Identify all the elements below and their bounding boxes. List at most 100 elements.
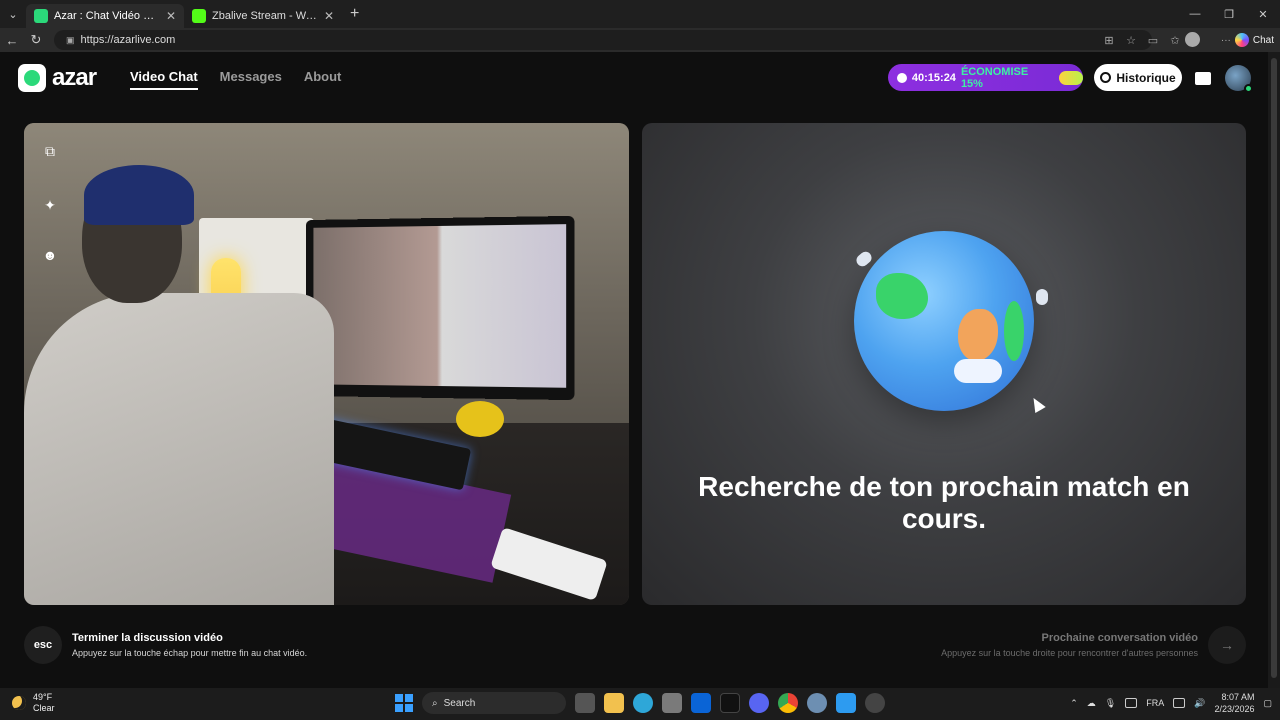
restore-icon[interactable]: ❐ [1212, 0, 1246, 28]
kick-favicon-icon [192, 9, 206, 23]
taskbar-clock[interactable]: 8:07 AM 2/23/2026 [1214, 691, 1254, 715]
copilot-icon [1235, 33, 1249, 47]
page-scrollbar[interactable] [1268, 52, 1280, 688]
taskbar-search[interactable]: ⌕ Search [422, 692, 566, 714]
show-hidden-icons-chevron-icon[interactable]: ⌃ [1070, 698, 1078, 709]
task-view-icon[interactable] [575, 693, 595, 713]
chat-label: Chat [1253, 35, 1274, 46]
magic-effects-icon[interactable]: ✦ [38, 193, 62, 217]
self-video-panel: ⧉ ✦ ☻ [24, 123, 629, 605]
tiktok-icon[interactable] [720, 693, 740, 713]
onedrive-icon[interactable]: ☁ [1087, 698, 1096, 709]
keyboard-icon[interactable] [1125, 698, 1137, 708]
outlook-icon[interactable] [691, 693, 711, 713]
chrome-icon[interactable] [778, 693, 798, 713]
nav-messages[interactable]: Messages [220, 69, 282, 90]
match-video-panel: Recherche de ton prochain match en cours… [642, 123, 1246, 605]
gems-icon [1059, 71, 1083, 85]
orbit-cloud-icon [1036, 289, 1048, 305]
browser-profile-avatar[interactable] [1185, 32, 1200, 47]
search-placeholder: Search [444, 698, 476, 709]
azar-favicon-icon [34, 9, 48, 23]
copilot-chat-button[interactable]: ··· Chat [1221, 31, 1274, 49]
tab-title: Zbalive Stream - Watch Live on Ki [212, 10, 318, 22]
tab-title: Azar : Chat Vidéo avec de no [54, 10, 160, 22]
edge-icon[interactable] [633, 693, 653, 713]
close-window-icon[interactable]: ✕ [1246, 0, 1280, 28]
video-icon[interactable]: ▭ [1144, 34, 1162, 47]
url-tools: ⊞ ☆ ▭ ✩ [1100, 34, 1184, 47]
clock-icon [897, 73, 907, 83]
next-chat-title: Prochaine conversation vidéo [1042, 632, 1199, 644]
inbox-icon[interactable] [1192, 67, 1214, 89]
browser-tab-bar: ⌄ Azar : Chat Vidéo avec de no ✕ Zbalive… [0, 0, 1280, 28]
windows-taskbar: 49°F Clear ⌕ Search ⌃ ☁ 🎙 FRA 🔊 8:07 AM … [0, 688, 1280, 720]
file-explorer-icon[interactable] [604, 693, 624, 713]
favorite-star-icon[interactable]: ☆ [1122, 34, 1140, 47]
history-label: Historique [1116, 71, 1175, 85]
network-icon[interactable] [1173, 698, 1185, 708]
notifications-icon[interactable]: ▢ [1263, 698, 1272, 709]
new-tab-button[interactable]: + [342, 5, 367, 23]
azar-logo-icon [18, 64, 46, 92]
windows-start-icon[interactable] [395, 694, 413, 712]
site-info-icon[interactable]: ▣ [66, 35, 75, 46]
url-field[interactable]: ▣ https://azarlive.com [54, 30, 1152, 50]
end-chat-title: Terminer la discussion vidéo [72, 632, 223, 644]
clock-date: 2/23/2026 [1214, 703, 1254, 715]
azar-logo[interactable]: azar [18, 64, 96, 92]
discount-label: ÉCONOMISE 15% [961, 66, 1052, 90]
globe-icon [854, 231, 1034, 411]
more-menu-icon[interactable]: ··· [1221, 35, 1231, 46]
app-notify-icon[interactable] [865, 693, 885, 713]
language-indicator[interactable]: FRA [1146, 698, 1164, 708]
volume-icon[interactable]: 🔊 [1194, 698, 1205, 709]
main-nav: Video Chat Messages About [130, 69, 341, 90]
moon-icon [12, 696, 26, 710]
tab-actions-chevron-icon[interactable]: ⌄ [0, 0, 26, 28]
face-filter-icon[interactable]: ☻ [38, 243, 62, 267]
back-arrow-icon[interactable]: ← [0, 28, 24, 52]
close-tab-icon[interactable]: ✕ [166, 9, 176, 23]
end-chat-esc-button[interactable]: esc [24, 626, 62, 664]
azar-page: azar Video Chat Messages About 40:15:24 … [0, 52, 1268, 688]
end-chat-hint: Appuyez sur la touche échap pour mettre … [72, 648, 307, 658]
clock-time: 8:07 AM [1214, 691, 1254, 703]
app-f-icon[interactable] [836, 693, 856, 713]
url-text: https://azarlive.com [81, 34, 176, 46]
user-avatar[interactable] [1225, 65, 1251, 91]
camera-feed-monitor [306, 216, 575, 400]
microphone-icon[interactable]: 🎙 [1105, 698, 1116, 709]
store-icon[interactable] [662, 693, 682, 713]
nav-video-chat[interactable]: Video Chat [130, 69, 198, 90]
app-available-icon[interactable]: ⊞ [1100, 34, 1118, 47]
swap-view-icon[interactable]: ⧉ [38, 139, 62, 163]
weather-condition: Clear [33, 703, 55, 714]
searching-match-text: Recherche de ton prochain match en cours… [642, 471, 1246, 535]
tab-zbalive[interactable]: Zbalive Stream - Watch Live on Ki ✕ [184, 4, 342, 28]
minimize-icon[interactable]: — [1178, 0, 1212, 28]
camera-feed-person [24, 173, 344, 605]
next-chat-hint: Appuyez sur la touche droite pour rencon… [941, 648, 1198, 658]
search-icon: ⌕ [432, 698, 438, 709]
favorites-icon[interactable]: ✩ [1166, 34, 1184, 47]
orbit-cloud-icon [854, 249, 874, 268]
promo-timer-pill[interactable]: 40:15:24 ÉCONOMISE 15% [888, 64, 1083, 91]
discord-icon[interactable] [749, 693, 769, 713]
nav-about[interactable]: About [304, 69, 342, 90]
logo-text: azar [52, 64, 96, 92]
system-tray: ⌃ ☁ 🎙 FRA 🔊 8:07 AM 2/23/2026 ▢ [1070, 691, 1272, 715]
address-bar-row: ← ↻ ▣ https://azarlive.com ⊞ ☆ ▭ ✩ ··· C… [0, 28, 1280, 52]
weather-temp: 49°F [33, 692, 55, 703]
weather-widget[interactable]: 49°F Clear [12, 692, 55, 714]
tab-azar[interactable]: Azar : Chat Vidéo avec de no ✕ [26, 4, 184, 28]
online-status-dot [1244, 84, 1253, 93]
reload-icon[interactable]: ↻ [24, 28, 48, 52]
next-chat-arrow-button[interactable]: → [1208, 626, 1246, 664]
taskbar-apps: ⌕ Search [395, 692, 885, 714]
settings-gear-icon[interactable] [807, 693, 827, 713]
close-tab-icon[interactable]: ✕ [324, 9, 334, 23]
countdown-timer: 40:15:24 [912, 72, 956, 84]
history-icon [1100, 72, 1111, 83]
history-button[interactable]: Historique [1094, 64, 1182, 91]
